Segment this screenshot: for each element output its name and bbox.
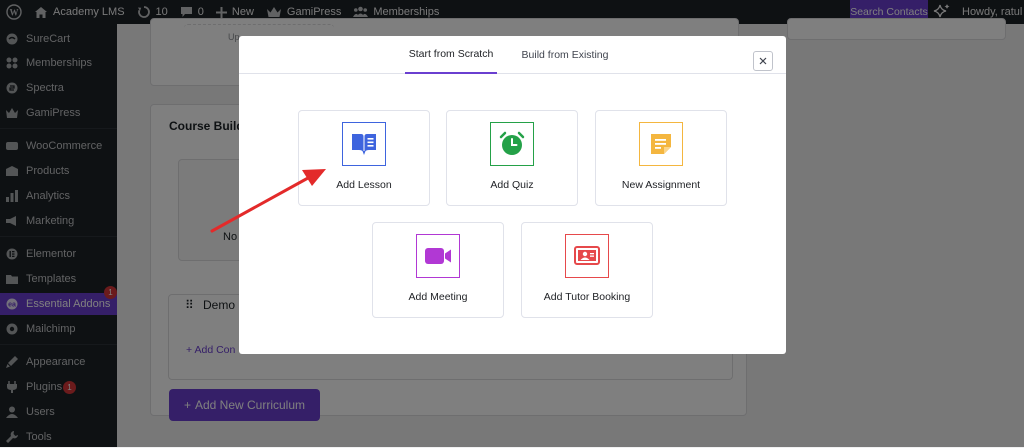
annotation-arrow-icon: [210, 169, 326, 233]
